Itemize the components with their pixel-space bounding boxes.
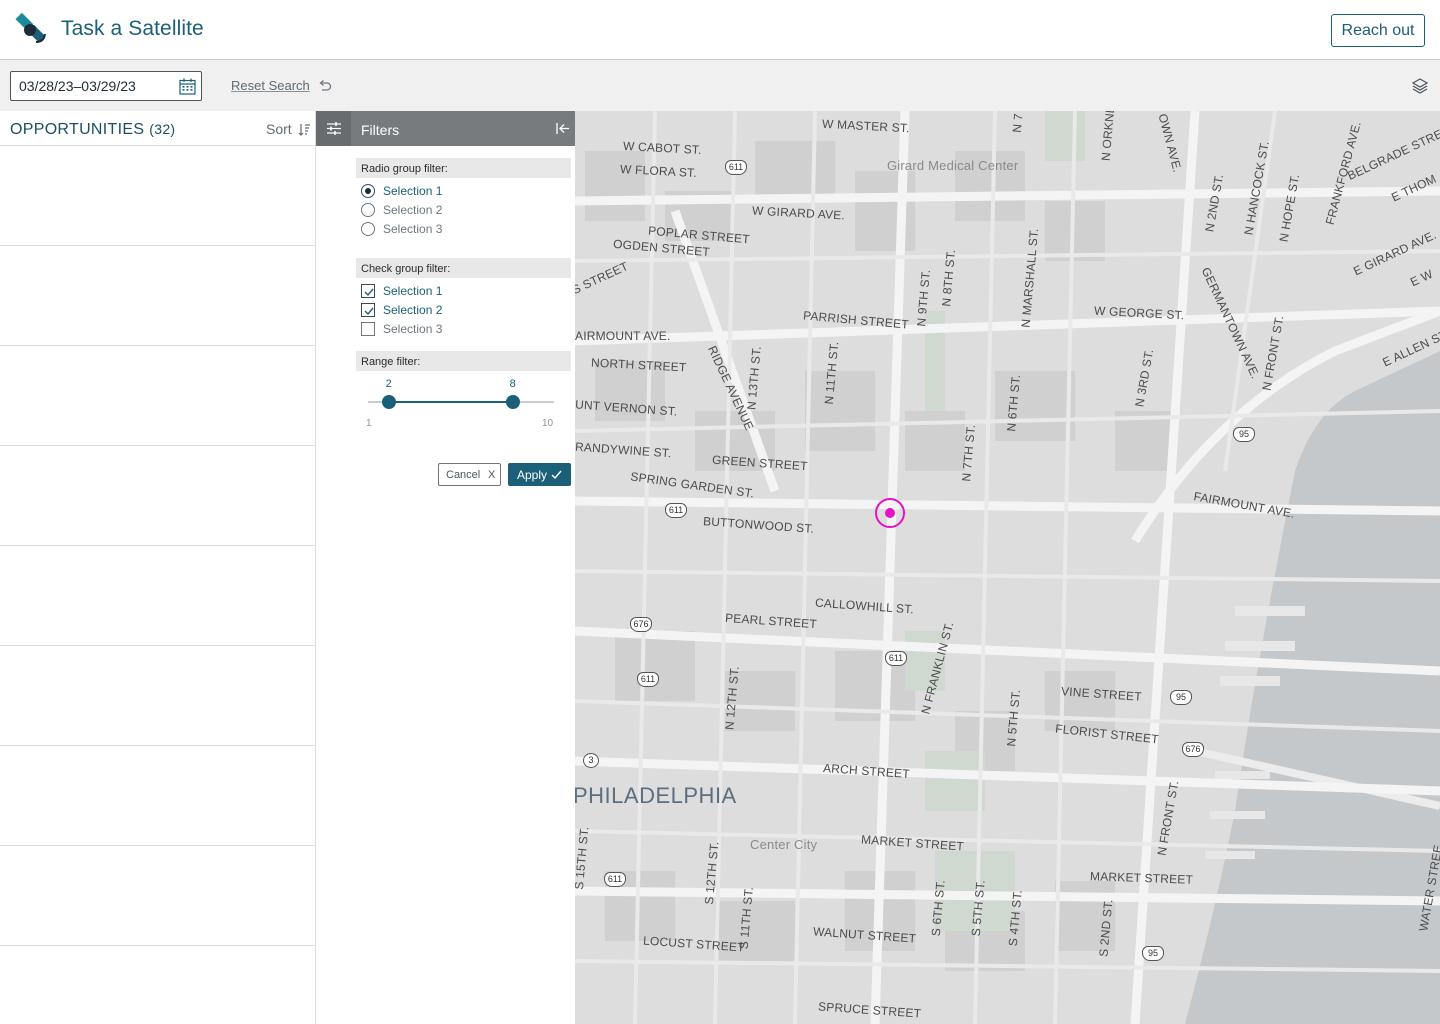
- check-option-label: Selection 2: [383, 303, 443, 317]
- filters-panel: Filters Radio group filter: Selection 1 …: [315, 111, 576, 1024]
- calendar-icon[interactable]: [179, 78, 196, 95]
- route-shield: 95: [1170, 690, 1192, 705]
- opportunity-row[interactable]: [0, 246, 350, 346]
- range-high-value: 8: [509, 378, 516, 390]
- opportunity-row[interactable]: [0, 146, 350, 246]
- map-label: N 7: [1009, 112, 1026, 134]
- map-label: Girard Medical Center: [887, 158, 1019, 173]
- range-low-value: 2: [385, 378, 392, 390]
- check-option-2[interactable]: Selection 2: [361, 302, 471, 318]
- map-label: Center City: [750, 837, 818, 852]
- opportunities-header: OPPORTUNITIES (32) Sort: [0, 111, 351, 146]
- date-range-value: 03/28/23–03/29/23: [19, 78, 136, 94]
- collapse-panel-icon[interactable]: [556, 123, 569, 134]
- map-label: PHILADELPHIA: [575, 783, 737, 808]
- check-option-3[interactable]: Selection 3: [361, 321, 471, 337]
- apply-button[interactable]: Apply: [508, 463, 571, 486]
- checkmark-icon: [364, 307, 374, 316]
- route-shield: 611: [637, 672, 659, 687]
- checkmark-icon: [364, 288, 374, 297]
- checkbox[interactable]: [361, 303, 375, 317]
- map-layers-icon[interactable]: [1411, 77, 1429, 95]
- route-shield: 95: [1142, 946, 1164, 961]
- undo-icon[interactable]: [318, 79, 332, 93]
- opportunity-row[interactable]: [0, 846, 350, 946]
- radio-button[interactable]: [361, 222, 375, 236]
- range-min-label: 1: [366, 418, 372, 429]
- sliders-icon: [327, 122, 341, 135]
- check-option-label: Selection 1: [383, 284, 443, 298]
- route-shield: 3: [583, 753, 599, 768]
- map-label: AIRMOUNT AVE.: [575, 329, 671, 343]
- map-view[interactable]: W MASTER ST. W CABOT ST. W FLORA ST. Gir…: [575, 111, 1440, 1024]
- range-high-handle[interactable]: [505, 395, 520, 409]
- sort-icon[interactable]: [298, 123, 311, 136]
- reach-out-button[interactable]: Reach out: [1331, 14, 1425, 47]
- radio-option-3[interactable]: Selection 3: [361, 221, 471, 237]
- route-shield: 676: [1182, 742, 1204, 757]
- apply-label: Apply: [517, 467, 548, 482]
- search-toolbar: 03/28/23–03/29/23 Reset Search: [0, 60, 1440, 111]
- route-shield: 611: [604, 872, 626, 887]
- opportunity-row[interactable]: [0, 646, 350, 746]
- radio-button[interactable]: [361, 203, 375, 217]
- checkbox[interactable]: [361, 284, 375, 298]
- route-shield: 611: [665, 503, 687, 518]
- check-option-label: Selection 3: [383, 322, 443, 336]
- check-icon: [551, 470, 562, 480]
- date-range-field[interactable]: 03/28/23–03/29/23: [10, 71, 202, 101]
- opportunity-row[interactable]: [0, 446, 350, 546]
- range-max-label: 10: [542, 418, 554, 429]
- check-option-1[interactable]: Selection 1: [361, 283, 471, 299]
- range-low-handle[interactable]: [381, 395, 396, 409]
- range-slider[interactable]: 2 8 1 10: [366, 373, 554, 433]
- opportunities-label: OPPORTUNITIES: [10, 121, 145, 138]
- reset-search-link[interactable]: Reset Search: [231, 78, 310, 93]
- radio-option-label: Selection 3: [383, 222, 443, 236]
- filters-icon-box[interactable]: [316, 111, 351, 146]
- app-title: Task a Satellite: [61, 17, 204, 40]
- filters-header: Filters: [316, 111, 576, 146]
- radio-button[interactable]: [361, 184, 375, 198]
- opportunity-row[interactable]: [0, 346, 350, 446]
- opportunity-row[interactable]: [0, 546, 350, 646]
- range-filter-label: Range filter:: [356, 351, 571, 371]
- route-shield: 676: [630, 617, 652, 632]
- cancel-x-icon: X: [488, 469, 496, 481]
- opportunities-title: OPPORTUNITIES (32): [10, 121, 175, 139]
- radio-option-1[interactable]: Selection 1: [361, 183, 471, 199]
- opportunity-row[interactable]: [0, 746, 350, 846]
- sort-button[interactable]: Sort: [266, 121, 292, 137]
- opportunities-count: (32): [149, 121, 176, 137]
- cancel-label: Cancel: [446, 468, 481, 481]
- opportunities-panel: OPPORTUNITIES (32) Sort: [0, 111, 351, 1024]
- radio-option-label: Selection 2: [383, 203, 443, 217]
- route-shield: 611: [725, 160, 747, 175]
- checkbox[interactable]: [361, 322, 375, 336]
- satellite-logo-icon: [15, 12, 46, 43]
- check-group-label: Check group filter:: [356, 258, 571, 278]
- location-marker[interactable]: [875, 498, 905, 528]
- radio-option-label: Selection 1: [383, 184, 443, 198]
- route-shield: 95: [1233, 427, 1255, 442]
- radio-group-label: Radio group filter:: [356, 158, 571, 178]
- app-header: Task a Satellite Reach out: [0, 0, 1440, 60]
- route-shield: 611: [885, 651, 907, 666]
- range-selected-track: [388, 401, 513, 403]
- filters-title: Filters: [361, 122, 400, 138]
- cancel-button[interactable]: Cancel X: [438, 463, 501, 486]
- radio-option-2[interactable]: Selection 2: [361, 202, 471, 218]
